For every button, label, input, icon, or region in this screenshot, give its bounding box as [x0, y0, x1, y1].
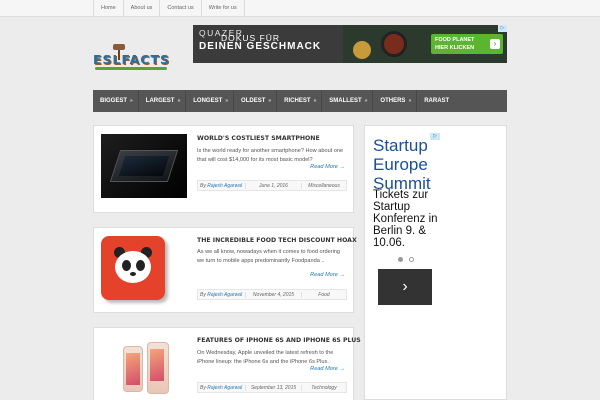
nav-item-label: OLDEST [241, 98, 266, 104]
post-by-label: By [200, 182, 206, 189]
carousel-dot[interactable] [409, 257, 414, 262]
smartphone-image [109, 150, 179, 182]
iphone-image [147, 342, 169, 394]
panda-eye [136, 260, 145, 271]
iphone-image [123, 346, 143, 392]
ad-cta-line2: HIER KLICKEN [435, 45, 475, 51]
logo-text: ESLFACTS [93, 52, 170, 67]
post-excerpt: On Wednesday, Apple unveiled the latest … [197, 350, 334, 365]
ad-food-bowl [381, 31, 407, 57]
read-more-link[interactable]: Read More → [310, 272, 345, 278]
author-link[interactable]: Rajesh Agarwal [207, 292, 242, 298]
post-author: By Rajesh Agarwal [198, 385, 245, 391]
site-logo[interactable]: ESLFACTS [93, 44, 175, 72]
panda-face [115, 251, 151, 283]
post-title[interactable]: WORLD'S COSTLIEST SMARTPHONE [197, 135, 320, 142]
post-meta: By Rajesh Agarwal November 4, 2015 Food [197, 289, 347, 300]
double-chevron-icon: » [225, 98, 229, 104]
post-date: November 4, 2015 [245, 291, 302, 298]
ad-cta-line1: FOOD PLANET [435, 37, 475, 43]
post-excerpt: As we all know, nowadays when it comes t… [197, 249, 341, 264]
post-date: June 1, 2016 [245, 182, 302, 189]
nav-item-others[interactable]: OTHERS» [373, 90, 418, 112]
carousel-dot-active[interactable] [398, 257, 403, 262]
top-link-contact-us[interactable]: Contact us [160, 0, 202, 17]
hammer-icon [113, 44, 125, 60]
author-link[interactable]: Rajesh Agarwal [207, 385, 242, 391]
post-author: By Rajesh Agarwal [198, 183, 245, 189]
top-bar: Home About us Contact us Write for us [0, 0, 600, 17]
nav-item-label: LONGEST [193, 98, 223, 104]
panda-nose [130, 272, 136, 276]
nav-item-smallest[interactable]: SMALLEST» [322, 90, 374, 112]
sidebar-ad[interactable]: ▷ Startup Europe Summit Tickets zur Star… [364, 125, 507, 400]
double-chevron-icon: » [130, 98, 133, 104]
double-chevron-icon: » [268, 98, 272, 104]
ad-cta-button[interactable]: FOOD PLANET HIER KLICKEN › [431, 34, 503, 54]
double-chevron-icon: » [408, 98, 412, 104]
header-ad-banner[interactable]: QUAZER DOKUS FÜR DEINEN GESCHMACK FOOD P… [193, 25, 507, 63]
post-thumbnail[interactable] [101, 134, 187, 198]
post-author: By Rajesh Agarwal [198, 292, 245, 298]
nav-item-biggest[interactable]: BIGGEST» [93, 90, 139, 112]
panda-eye [122, 260, 131, 271]
ad-headline: DOKUS FÜR DEINEN GESCHMACK [199, 33, 321, 52]
top-links: Home About us Contact us Write for us [93, 0, 245, 17]
nav-item-rarast[interactable]: RARAST [417, 90, 454, 112]
nav-item-label: OTHERS [380, 98, 406, 104]
ad-choices-icon[interactable]: ▷ [498, 25, 507, 32]
chevron-right-icon: › [490, 39, 500, 49]
post-by-label: By [200, 291, 206, 298]
post-title[interactable]: THE INCREDIBLE FOOD TECH DISCOUNT HOAX [197, 237, 357, 244]
post-thumbnail[interactable] [101, 336, 187, 400]
next-arrow-button[interactable]: › [378, 269, 432, 305]
nav-item-largest[interactable]: LARGEST» [139, 90, 187, 112]
top-link-write-for-us[interactable]: Write for us [202, 0, 245, 17]
post-by-label: By [200, 384, 206, 391]
post-card: FEATURES OF IPHONE 6S AND IPHONE 6S PLUS… [93, 327, 361, 400]
top-link-home[interactable]: Home [94, 0, 124, 17]
nav-item-label: SMALLEST [329, 98, 362, 104]
post-card: THE INCREDIBLE FOOD TECH DISCOUNT HOAX A… [93, 227, 357, 313]
read-more-link[interactable]: Read More → [310, 164, 345, 170]
nav-item-label: BIGGEST [100, 98, 128, 104]
nav-item-richest[interactable]: RICHEST» [277, 90, 323, 112]
post-date: September 13, 2015 [245, 384, 302, 391]
sidebar-ad-body: Tickets zur Startup Konferenz in Berlin … [373, 189, 438, 249]
nav-item-label: RICHEST [284, 98, 311, 104]
double-chevron-icon: » [177, 98, 181, 104]
nav-item-oldest[interactable]: OLDEST» [234, 90, 278, 112]
double-chevron-icon: » [313, 98, 317, 104]
post-meta: By Rajesh Agarwal September 13, 2015 Tec… [197, 382, 347, 393]
post-category[interactable]: Food [302, 292, 346, 298]
nav-item-label: RARAST [424, 98, 450, 104]
foodpanda-logo [101, 236, 165, 300]
author-link[interactable]: Rajesh Agarwal [207, 183, 242, 189]
top-link-about-us[interactable]: About us [124, 0, 161, 17]
nav-item-label: LARGEST [145, 98, 175, 104]
logo-swish [95, 67, 167, 70]
read-more-link[interactable]: Read More → [310, 366, 345, 372]
post-category[interactable]: Technology [302, 385, 346, 391]
post-thumbnail[interactable] [101, 236, 187, 300]
main-nav: BIGGEST» LARGEST» LONGEST» OLDEST» RICHE… [93, 90, 507, 112]
post-card: WORLD'S COSTLIEST SMARTPHONE Is the worl… [93, 125, 354, 213]
post-excerpt: Is the world ready for another smartphon… [197, 148, 344, 163]
post-title[interactable]: FEATURES OF IPHONE 6S AND IPHONE 6S PLUS [197, 337, 361, 344]
double-chevron-icon: » [364, 98, 368, 104]
sidebar-ad-title[interactable]: Startup Europe Summit [373, 136, 443, 193]
post-category[interactable]: Miscellaneous [302, 183, 346, 189]
post-meta: By Rajesh Agarwal June 1, 2016 Miscellan… [197, 180, 347, 191]
nav-item-longest[interactable]: LONGEST» [186, 90, 235, 112]
ad-headline-prefix: DOKUS FÜR [221, 33, 281, 43]
ad-food-plate [353, 41, 371, 59]
